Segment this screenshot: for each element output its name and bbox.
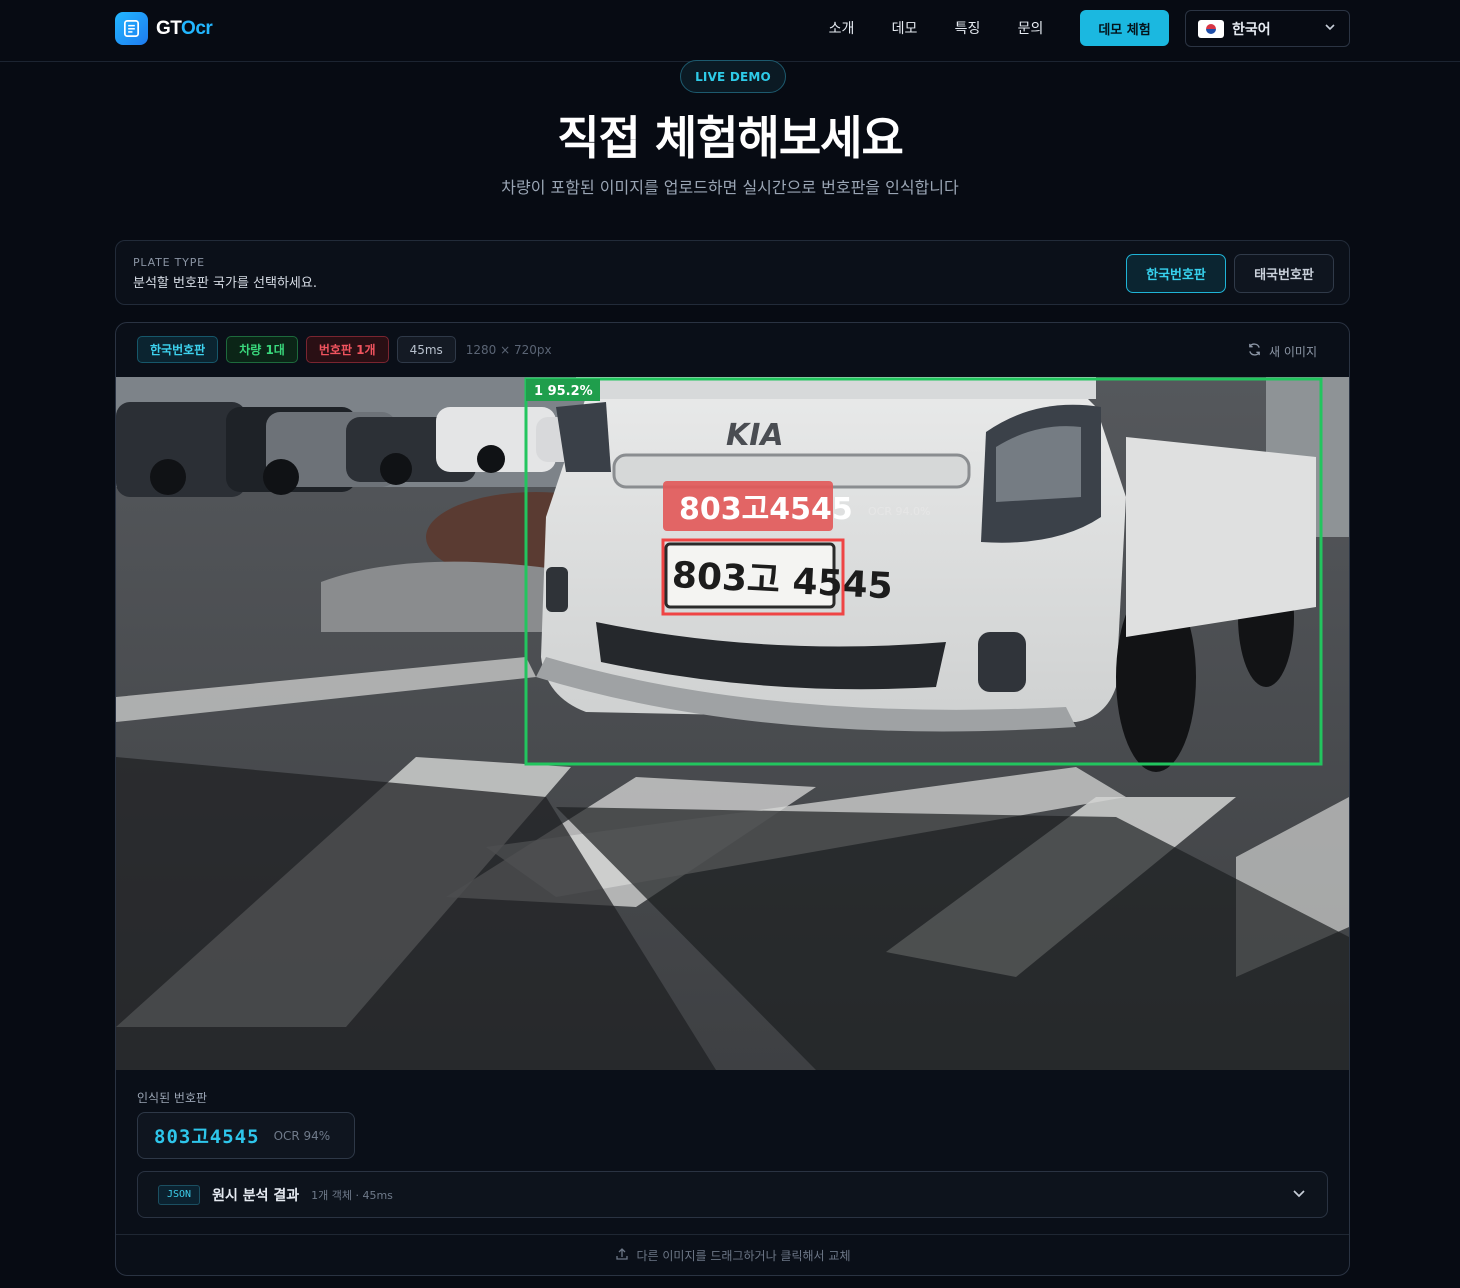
nav-link-demo[interactable]: 데모	[873, 18, 936, 38]
processing-time-chip: 45ms	[396, 336, 456, 363]
analyzed-image: KIA 803고 4545 1 95.2% 803고4545 OCR 94.0%	[116, 377, 1349, 1070]
recognized-plate-card[interactable]: 803고4545 OCR 94%	[137, 1112, 355, 1159]
nav-links: 소개 데모 특징 문의	[810, 18, 1062, 38]
language-select[interactable]: 한국어	[1185, 10, 1350, 47]
json-tag: JSON	[158, 1184, 201, 1205]
result-chips: 한국번호판 차량 1대 번호판 1개 45ms 1280 × 720px	[137, 336, 552, 363]
replace-image-dropzone[interactable]: 다른 이미지를 드래그하거나 클릭해서 교체	[116, 1234, 1349, 1275]
page-subtitle: 차량이 포함된 이미지를 업로드하면 실시간으로 번호판을 인식합니다	[501, 178, 959, 197]
analyzed-image-illustration: KIA 803고 4545 1 95.2% 803고4545 OCR 94.0%	[116, 377, 1349, 1070]
live-demo-badge: LIVE DEMO	[680, 60, 786, 93]
nav-link-about[interactable]: 소개	[810, 18, 873, 38]
plate-type-label: PLATE TYPE	[133, 256, 205, 269]
json-meta: 1개 객체 · 45ms	[311, 1188, 393, 1202]
brand-name-part2: Ocr	[181, 17, 213, 39]
ocr-overlay-label: OCR 94.0%	[868, 505, 930, 518]
page-title: 직접 체험해보세요	[557, 111, 904, 165]
refresh-icon	[1247, 342, 1262, 360]
recognized-plate-confidence: OCR 94%	[273, 1128, 331, 1143]
korean-plate-option[interactable]: 한국번호판	[1126, 254, 1226, 293]
chevron-down-icon	[1323, 20, 1337, 38]
brand-logo[interactable]: GTOcr	[115, 12, 213, 45]
plate-type-description: 분석할 번호판 국가를 선택하세요.	[133, 276, 317, 291]
new-image-label: 새 이미지	[1269, 344, 1317, 359]
try-demo-button[interactable]: 데모 체험	[1080, 10, 1169, 46]
svg-text:KIA: KIA	[726, 418, 784, 453]
new-image-button[interactable]: 새 이미지	[1247, 342, 1317, 360]
brand-name: GTOcr	[156, 17, 213, 40]
recognized-plate-label: 인식된 번호판	[137, 1091, 208, 1105]
top-navbar: GTOcr 소개 데모 특징 문의 데모 체험 한국어	[0, 0, 1460, 62]
nav-link-contact[interactable]: 문의	[999, 18, 1062, 38]
plate-count-chip: 번호판 1개	[305, 336, 389, 363]
image-dimensions: 1280 × 720px	[465, 342, 552, 357]
plate-type-chip: 한국번호판	[137, 336, 219, 363]
vehicle-box-label: 1 95.2%	[534, 384, 593, 399]
recognized-plate-number: 803고4545	[154, 1126, 260, 1148]
nav-link-features[interactable]: 특징	[936, 18, 999, 38]
chevron-down-icon	[1291, 1185, 1307, 1205]
raw-json-accordion[interactable]: JSON 원시 분석 결과 1개 객체 · 45ms	[137, 1171, 1328, 1218]
brand-name-part1: GT	[156, 17, 182, 39]
json-title: 원시 분석 결과	[212, 1187, 300, 1204]
vehicle-count-chip: 차량 1대	[226, 336, 298, 363]
korea-flag-icon	[1198, 19, 1224, 38]
replace-image-hint: 다른 이미지를 드래그하거나 클릭해서 교체	[636, 1249, 851, 1263]
plate-overlay-text: 803고4545	[679, 492, 853, 527]
thai-plate-option[interactable]: 태국번호판	[1234, 254, 1334, 293]
plate-type-panel: PLATE TYPE 분석할 번호판 국가를 선택하세요. 한국번호판 태국번호…	[115, 240, 1350, 305]
document-icon	[115, 12, 148, 45]
language-label: 한국어	[1232, 21, 1271, 38]
result-card: 한국번호판 차량 1대 번호판 1개 45ms 1280 × 720px 새 이…	[115, 322, 1350, 1276]
upload-icon	[615, 1247, 629, 1264]
